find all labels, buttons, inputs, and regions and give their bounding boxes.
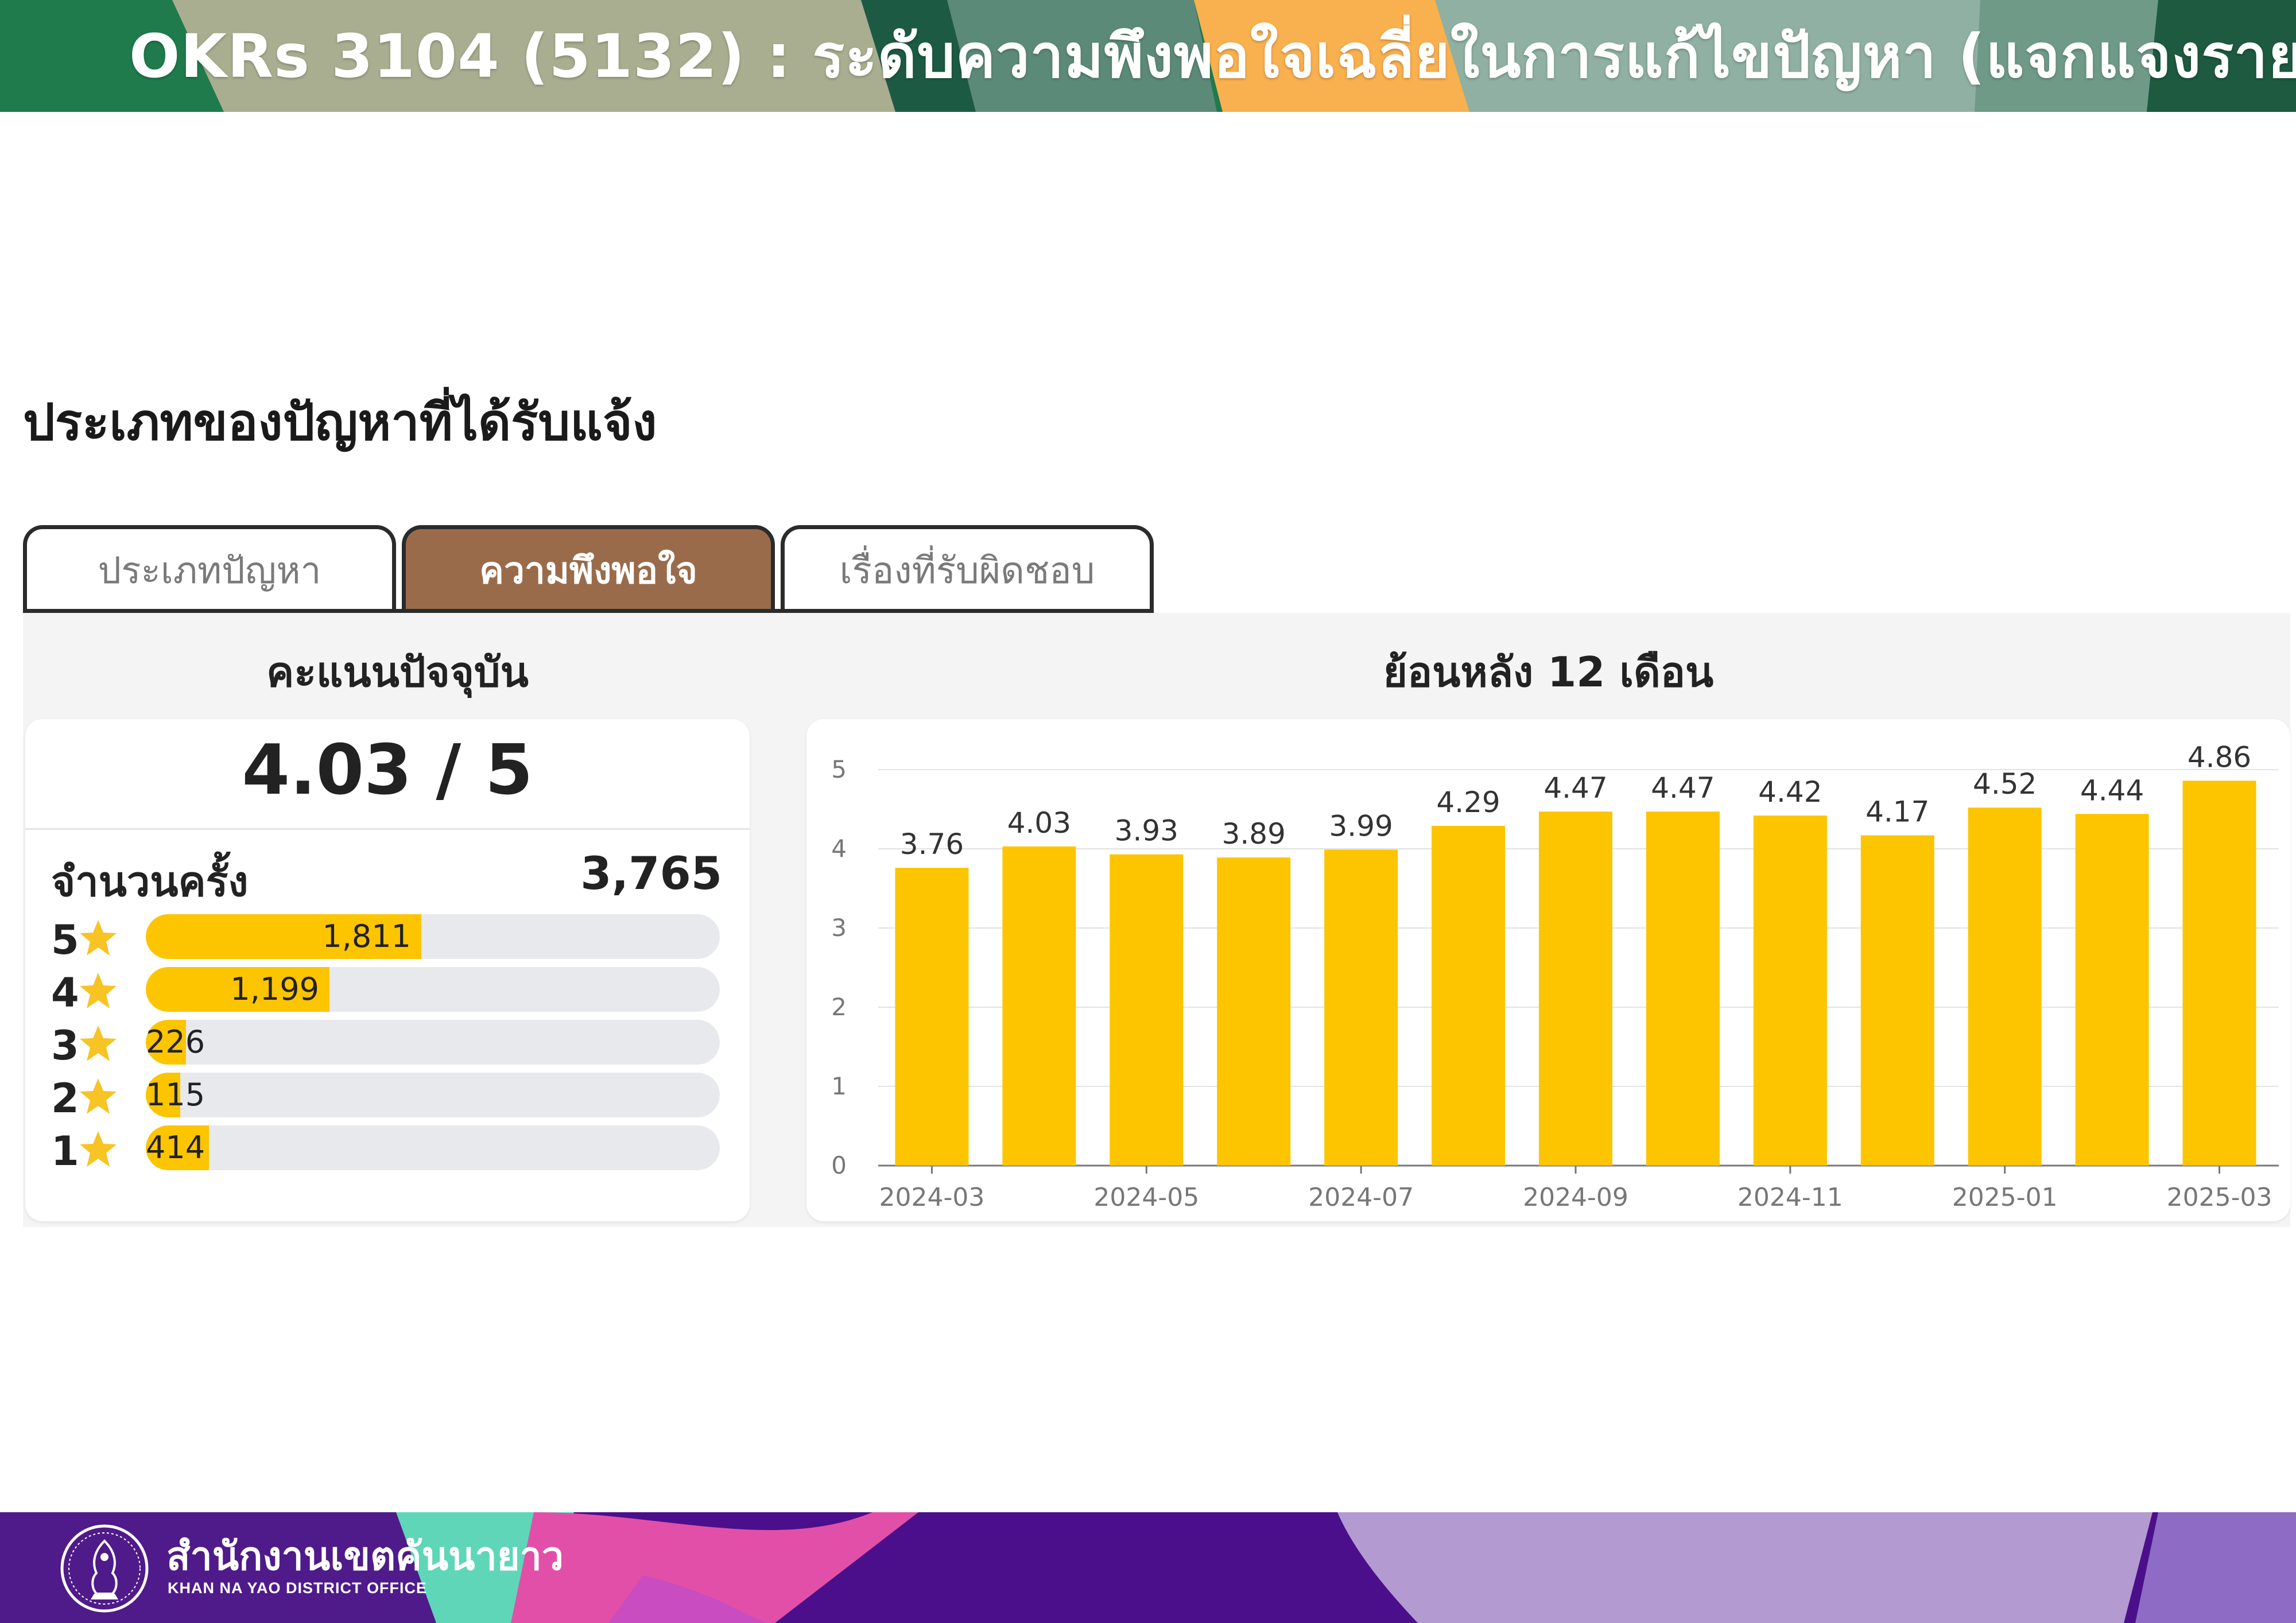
bar-value-label: 3.76 [900,828,964,861]
bar [895,868,969,1166]
x-tick-label: 2024-11 [1737,1183,1843,1212]
current-score-card: 4.03 / 5 จำนวนครั้ง 3,765 5 1,811 4 1,199 3 2… [25,719,750,1221]
bar [1110,854,1184,1166]
rating-bar-track: 1,811 [146,914,720,959]
bar [1860,835,1934,1166]
bar-value-label: 3.93 [1115,814,1178,848]
tab-underline [23,609,1154,613]
bar [1324,849,1398,1166]
bar [1646,812,1720,1166]
footer-banner: สำนักงานเขตคันนายาว KHAN NA YAO DISTRICT… [0,1512,2296,1623]
current-score-heading: คะแนนปัจจุบัน [266,648,529,696]
rating-bar-track: 1,199 [146,967,720,1012]
rating-row: 5 1,811 [51,914,748,964]
rating-count: 115 [146,1073,205,1117]
bar-value-label: 4.29 [1436,786,1500,819]
count-label: จำนวนครั้ง [51,857,249,906]
section-title: ประเภทของปัญหาที่ได้รับแจ้ง [23,393,657,452]
bar-value-label: 3.99 [1329,809,1393,842]
rating-count: 226 [146,1024,205,1060]
tab-satisfaction[interactable]: ความพึงพอใจ [402,525,775,611]
bar-value-label: 4.03 [1007,806,1071,840]
y-tick-label: 3 [831,914,847,942]
history-heading: ย้อนหลัง 12 เดือน [1383,648,1714,696]
divider [25,828,750,830]
history-chart-card: 0 1 2 3 4 5 3.76 4.03 3.93 3.89 3.99 4.29 4.47 4.47 4.… [806,719,2290,1221]
bar-value-label: 4.42 [1758,775,1822,809]
average-score: 4.03 / 5 [242,731,533,810]
office-name-english: KHAN NA YAO DISTRICT OFFICE [168,1579,428,1597]
bar-value-label: 4.52 [1973,767,2037,801]
bar [1968,807,2042,1166]
bar-value-label: 3.89 [1222,817,1286,851]
y-tick-label: 5 [831,755,847,783]
bar [1539,812,1612,1166]
bar [2182,781,2256,1166]
bar [1753,816,1827,1166]
rating-stars-value: 4 [51,969,79,1016]
rating-count: 414 [146,1129,205,1166]
rating-stars-value: 2 [51,1075,79,1122]
y-tick-label: 4 [831,834,847,863]
satisfaction-panel: คะแนนปัจจุบัน ย้อนหลัง 12 เดือน 4.03 / 5… [23,613,2290,1227]
x-tick-label: 2025-03 [2167,1183,2272,1212]
total-count: 3,765 [580,848,722,900]
bar-value-label: 4.47 [1651,771,1715,805]
office-name-thai: สำนักงานเขตคันนายาว [166,1534,564,1579]
bar [1002,846,1076,1166]
rating-stars-value: 5 [51,917,79,964]
tab-responsibility[interactable]: เรื่องที่รับผิดชอบ [781,525,1154,611]
rating-row: 3 226 [51,1020,748,1069]
bar-value-label: 4.47 [1543,771,1607,805]
y-tick-label: 2 [831,993,847,1021]
x-tick-label: 2024-07 [1308,1183,1414,1212]
rating-count: 1,199 [230,971,319,1007]
y-tick-label: 0 [831,1151,847,1179]
bar-value-label: 4.17 [1865,795,1929,829]
rating-stars-value: 3 [51,1022,79,1069]
bar [1217,857,1291,1166]
x-tick-label: 2024-09 [1523,1183,1628,1212]
rating-bar-track: 115 [146,1073,720,1117]
rating-row: 4 1,199 [51,967,748,1016]
header-banner: OKRs 3104 (5132) : ระดับความพึงพอใจเฉลี่… [0,0,2296,112]
bar [2075,814,2149,1166]
bangkok-seal-icon [60,1524,149,1613]
rating-bar-track: 414 [146,1125,720,1170]
rating-count: 1,811 [322,918,411,954]
x-tick-label: 2025-01 [1952,1183,2058,1212]
bar [1432,825,1506,1166]
monthly-score-chart: 0 1 2 3 4 5 3.76 4.03 3.93 3.89 3.99 4.29 4.47 4.47 4.… [831,740,2279,1212]
star-icon [80,1131,117,1167]
star-icon [80,920,117,956]
bar-value-label: 4.86 [2188,740,2251,774]
rating-stars-value: 1 [51,1128,79,1175]
bar-value-label: 4.44 [2080,774,2144,807]
rating-row: 1 414 [51,1125,748,1175]
tab-problem-type[interactable]: ประเภทปัญหา [23,525,396,611]
star-icon [80,1026,117,1061]
star-icon [80,1078,117,1114]
x-tick-label: 2024-03 [879,1183,985,1212]
page-title: OKRs 3104 (5132) : ระดับความพึงพอใจเฉลี่… [129,21,2296,91]
star-icon [80,973,117,1008]
rating-row: 2 115 [51,1073,748,1122]
rating-bar-track: 226 [146,1020,720,1065]
x-tick-label: 2024-05 [1093,1183,1199,1212]
y-tick-label: 1 [831,1072,847,1100]
